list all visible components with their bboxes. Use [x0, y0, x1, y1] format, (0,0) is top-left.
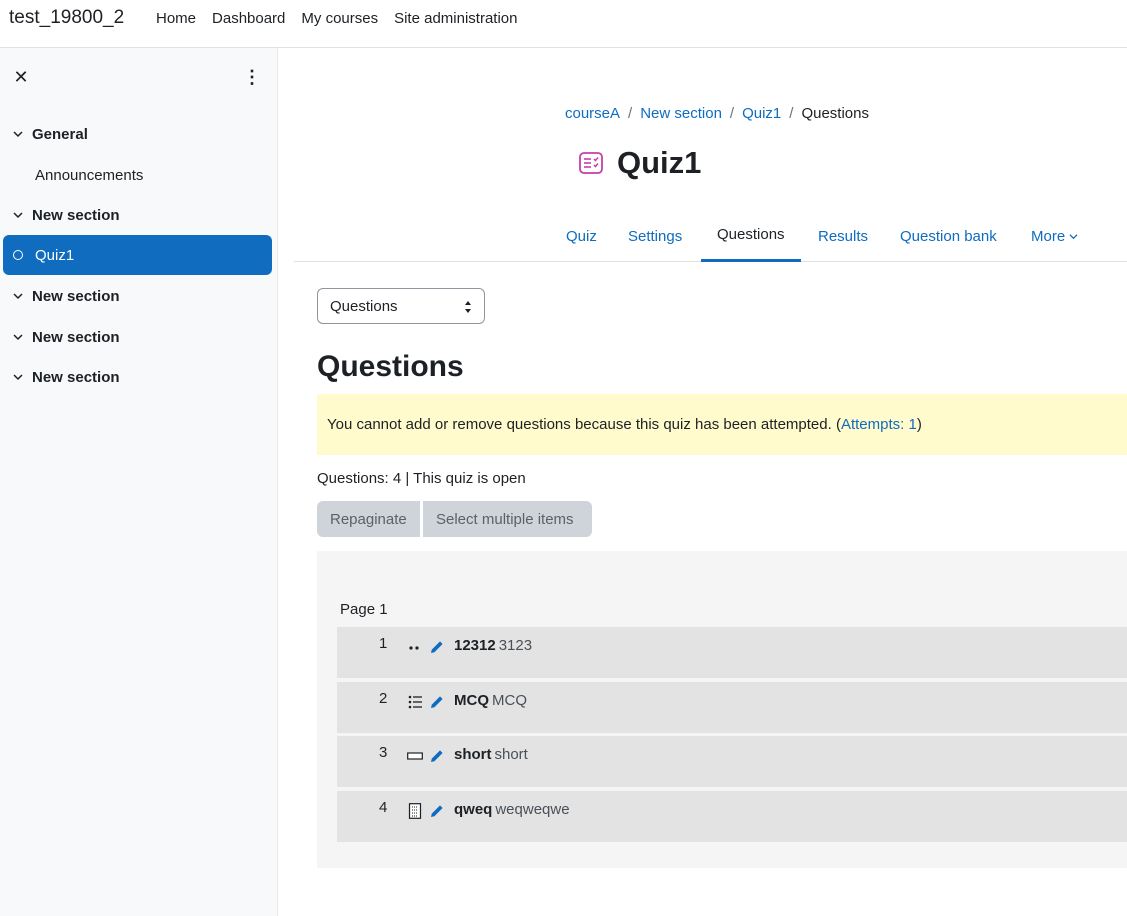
breadcrumb-section[interactable]: New section	[640, 105, 722, 122]
section-new-section-3[interactable]: New section	[0, 317, 278, 357]
breadcrumb-separator: /	[789, 105, 794, 122]
tab-quiz[interactable]: Quiz	[550, 210, 613, 262]
question-desc: weqweqwe	[495, 801, 570, 818]
section-heading: Questions	[317, 350, 464, 383]
question-name[interactable]: 12312	[454, 637, 496, 654]
item-quiz1-active[interactable]: Quiz1	[3, 235, 272, 275]
item-label[interactable]: Announcements	[35, 167, 143, 184]
nav-dashboard[interactable]: Dashboard	[204, 10, 293, 27]
section-label[interactable]: General	[32, 126, 88, 143]
question-row: 1 12312 3123	[337, 627, 1127, 678]
tab-question-bank[interactable]: Question bank	[884, 210, 1013, 262]
item-announcements[interactable]: Announcements	[0, 155, 278, 195]
dots-icon	[407, 639, 423, 655]
question-number: 2	[379, 690, 388, 707]
section-general[interactable]: General	[0, 114, 278, 154]
circle-icon	[13, 250, 23, 260]
breadcrumb-separator: /	[628, 105, 633, 122]
tab-questions[interactable]: Questions	[701, 210, 801, 262]
tab-settings[interactable]: Settings	[612, 210, 698, 262]
question-row: 2 MCQ MCQ	[337, 682, 1127, 733]
question-name[interactable]: MCQ	[454, 692, 489, 709]
short-answer-icon	[407, 748, 423, 764]
section-label[interactable]: New section	[32, 207, 120, 224]
alert-text: You cannot add or remove questions becau…	[327, 416, 841, 433]
pencil-icon[interactable]	[429, 803, 445, 819]
question-desc: short	[494, 746, 528, 763]
tab-results[interactable]: Results	[802, 210, 884, 262]
chevron-down-icon[interactable]	[12, 128, 24, 140]
question-name[interactable]: qweq	[454, 801, 492, 818]
course-index-drawer: ✕ ⋮ General Announcements New section Qu…	[0, 48, 278, 916]
select-value: Questions	[330, 297, 398, 315]
question-number: 1	[379, 635, 388, 652]
section-label[interactable]: New section	[32, 329, 120, 346]
pencil-icon[interactable]	[429, 639, 445, 655]
question-number: 4	[379, 799, 388, 816]
secondary-navigation: Quiz Settings Questions Results Question…	[294, 210, 1127, 262]
essay-icon	[407, 803, 423, 819]
chevron-down-icon[interactable]	[1069, 232, 1078, 241]
primary-navigation: Home Dashboard My courses Site administr…	[148, 0, 526, 36]
select-multiple-button[interactable]: Select multiple items	[423, 501, 592, 537]
tab-more[interactable]: More	[1015, 210, 1094, 262]
chevron-down-icon[interactable]	[12, 331, 24, 343]
question-row: 3 short short	[337, 736, 1127, 787]
chevron-down-icon[interactable]	[12, 290, 24, 302]
section-new-section-1[interactable]: New section	[0, 195, 278, 235]
nav-home[interactable]: Home	[148, 10, 204, 27]
question-row: 4 qweq weqweqwe	[337, 791, 1127, 842]
section-new-section-2[interactable]: New section	[0, 276, 278, 316]
attempted-warning: You cannot add or remove questions becau…	[317, 394, 1127, 455]
item-label[interactable]: Quiz1	[35, 247, 74, 264]
attempts-link[interactable]: Attempts: 1	[841, 416, 917, 433]
question-text[interactable]: 12312 3123	[454, 637, 532, 654]
kebab-menu-icon[interactable]: ⋮	[243, 68, 261, 86]
question-text[interactable]: MCQ MCQ	[454, 692, 527, 709]
section-label[interactable]: New section	[32, 369, 120, 386]
questions-select[interactable]: Questions	[317, 288, 485, 324]
quiz-icon	[578, 150, 604, 176]
list-icon	[407, 694, 423, 710]
breadcrumb-current: Questions	[801, 105, 869, 122]
question-number: 3	[379, 744, 388, 761]
question-name[interactable]: short	[454, 746, 492, 763]
repaginate-button[interactable]: Repaginate	[317, 501, 420, 537]
nav-site-administration[interactable]: Site administration	[386, 10, 525, 27]
page-header: Quiz1	[578, 145, 701, 181]
page-label: Page 1	[340, 601, 388, 618]
section-label[interactable]: New section	[32, 288, 120, 305]
select-arrows-icon	[465, 301, 471, 313]
nav-my-courses[interactable]: My courses	[293, 10, 386, 27]
close-icon[interactable]: ✕	[12, 68, 30, 86]
top-navbar: test_19800_2 Home Dashboard My courses S…	[0, 0, 1127, 48]
site-brand[interactable]: test_19800_2	[9, 7, 124, 29]
quiz-status: Questions: 4 | This quiz is open	[317, 470, 526, 487]
alert-suffix: )	[916, 416, 922, 433]
pencil-icon[interactable]	[429, 694, 445, 710]
chevron-down-icon[interactable]	[12, 371, 24, 383]
question-desc: MCQ	[492, 692, 527, 709]
pencil-icon[interactable]	[429, 748, 445, 764]
question-text[interactable]: short short	[454, 746, 528, 763]
breadcrumb-quiz[interactable]: Quiz1	[742, 105, 781, 122]
breadcrumb: courseA / New section / Quiz1 / Question…	[565, 105, 869, 122]
question-desc: 3123	[498, 637, 533, 654]
chevron-down-icon[interactable]	[12, 209, 24, 221]
section-new-section-4[interactable]: New section	[0, 357, 278, 397]
page-title: Quiz1	[617, 145, 702, 180]
question-text[interactable]: qweq weqweqwe	[454, 801, 570, 818]
breadcrumb-separator: /	[729, 105, 735, 122]
tab-more-label[interactable]: More	[1031, 228, 1065, 245]
breadcrumb-course[interactable]: courseA	[565, 105, 620, 122]
